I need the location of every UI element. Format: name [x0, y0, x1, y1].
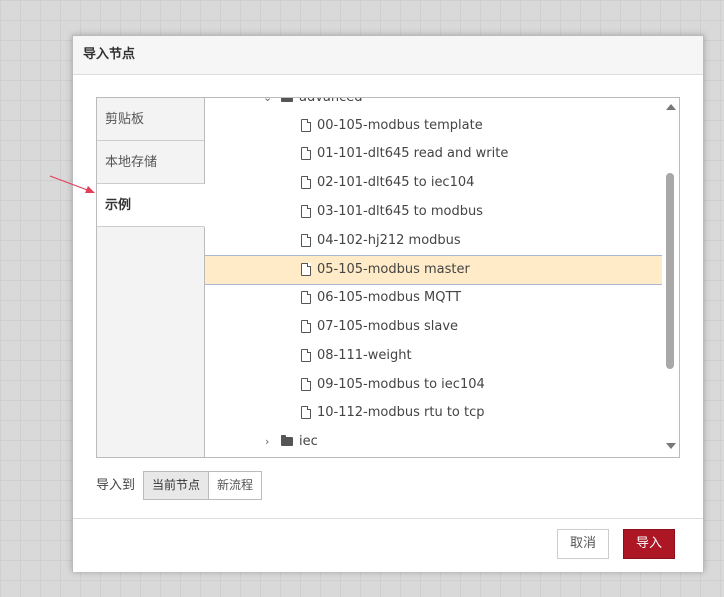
tree-file-item[interactable]: 00-105-modbus template [205, 112, 664, 140]
tree-file-item-selected[interactable]: 05-105-modbus master [205, 255, 664, 285]
tree-folder-iec[interactable]: › iec [205, 428, 664, 456]
tree-file-item[interactable]: 07-105-modbus slave [205, 313, 664, 341]
file-icon [301, 176, 311, 189]
tree-file-label: 02-101-dlt645 to iec104 [317, 175, 475, 190]
file-icon [301, 378, 311, 391]
tree-file-item[interactable]: 02-101-dlt645 to iec104 [205, 169, 664, 197]
tree-file-item[interactable]: 08-111-weight [205, 342, 664, 370]
scroll-up-arrow-icon[interactable] [666, 104, 676, 110]
tree-file-item[interactable]: 06-105-modbus MQTT [205, 284, 664, 312]
file-icon [301, 263, 311, 276]
scroll-down-arrow-icon[interactable] [666, 443, 676, 449]
chevron-down-icon[interactable]: ⌄ [263, 98, 272, 112]
tree-file-item[interactable]: 04-102-hj212 modbus [205, 227, 664, 255]
import-source-panel: 剪贴板 本地存储 示例 ⌄ advanced 00-105-modbus tem… [96, 97, 680, 458]
cancel-button[interactable]: 取消 [557, 529, 610, 559]
import-nodes-dialog: 导入节点 剪贴板 本地存储 示例 ⌄ advanced 00-105-modbu… [72, 35, 704, 572]
tree-folder-label: advanced [299, 98, 363, 112]
examples-tree: ⌄ advanced 00-105-modbus template 01-101… [205, 98, 664, 457]
tree-file-label: 06-105-modbus MQTT [317, 290, 462, 305]
dialog-footer: 取消 导入 [73, 518, 703, 572]
import-to-label: 导入到 [96, 478, 136, 493]
tree-file-label: 08-111-weight [317, 348, 412, 363]
tree-file-label: 04-102-hj212 modbus [317, 233, 461, 248]
file-icon [301, 320, 311, 333]
tab-clipboard[interactable]: 剪贴板 [97, 98, 204, 141]
dialog-title: 导入节点 [73, 36, 703, 75]
source-tabs: 剪贴板 本地存储 示例 [97, 98, 205, 457]
tree-file-item[interactable]: 09-105-modbus to iec104 [205, 371, 664, 399]
import-to-new-flow-button[interactable]: 新流程 [209, 471, 263, 500]
tree-file-label: 10-112-modbus rtu to tcp [317, 405, 485, 420]
folder-icon [281, 435, 293, 446]
tree-file-label: 03-101-dlt645 to modbus [317, 204, 483, 219]
tree-file-label: 09-105-modbus to iec104 [317, 377, 485, 392]
file-icon [301, 119, 311, 132]
file-icon [301, 291, 311, 304]
tree-file-label: 07-105-modbus slave [317, 319, 459, 334]
file-icon [301, 205, 311, 218]
tree-scrollbar[interactable] [662, 98, 679, 457]
tree-file-label: 00-105-modbus template [317, 118, 483, 133]
scrollbar-thumb[interactable] [666, 173, 674, 369]
tree-file-label: 05-105-modbus master [317, 262, 470, 277]
file-icon [301, 349, 311, 362]
tree-file-item[interactable]: 03-101-dlt645 to modbus [205, 198, 664, 226]
tree-folder-label: iec [299, 434, 318, 449]
tab-local-storage[interactable]: 本地存储 [97, 141, 204, 184]
import-button[interactable]: 导入 [623, 529, 676, 559]
chevron-right-icon[interactable]: › [265, 428, 269, 456]
file-icon [301, 147, 311, 160]
tab-examples[interactable]: 示例 [97, 184, 205, 227]
tree-file-label: 01-101-dlt645 read and write [317, 146, 509, 161]
import-to-current-flow-button[interactable]: 当前节点 [143, 471, 210, 500]
import-target-toggle: 当前节点 新流程 [143, 471, 263, 500]
tree-folder-advanced[interactable]: ⌄ advanced [205, 98, 664, 112]
tree-file-item[interactable]: 10-112-modbus rtu to tcp [205, 399, 664, 427]
file-icon [301, 406, 311, 419]
folder-icon [281, 98, 293, 102]
file-icon [301, 234, 311, 247]
tree-file-item[interactable]: 01-101-dlt645 read and write [205, 140, 664, 168]
